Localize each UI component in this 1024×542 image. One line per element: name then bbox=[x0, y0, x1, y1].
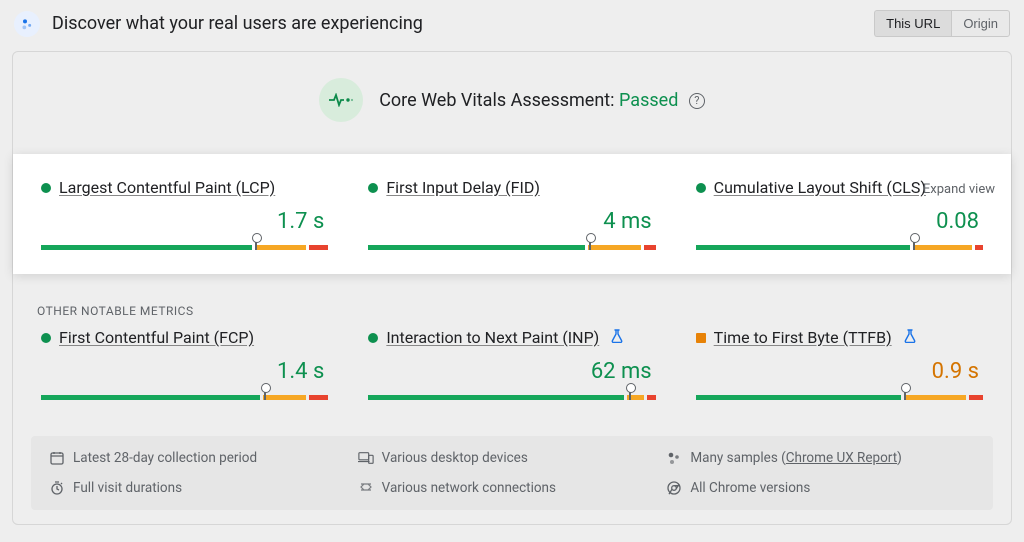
metric-value: 62 ms bbox=[368, 359, 651, 384]
metric-value: 0.9 s bbox=[696, 359, 979, 384]
assessment-row: Core Web Vitals Assessment: Passed ? bbox=[13, 64, 1011, 144]
scope-origin-button[interactable]: Origin bbox=[951, 10, 1010, 37]
assessment-label: Core Web Vitals Assessment: bbox=[379, 90, 614, 111]
footer-network: Various network connections bbox=[358, 480, 667, 496]
footer-devices: Various desktop devices bbox=[358, 450, 667, 466]
crux-report-link[interactable]: Chrome UX Report bbox=[786, 450, 897, 466]
metric-name-link[interactable]: First Contentful Paint (FCP) bbox=[59, 328, 254, 347]
samples-icon bbox=[666, 450, 682, 466]
distribution-bar bbox=[696, 238, 983, 256]
field-data-panel: Core Web Vitals Assessment: Passed ? Exp… bbox=[12, 51, 1012, 525]
pulse-icon bbox=[319, 78, 363, 122]
assessment-status: Passed bbox=[619, 90, 678, 111]
footer-text: Various network connections bbox=[382, 480, 556, 496]
metric-fcp: First Contentful Paint (FCP) 1.4 s bbox=[41, 328, 328, 406]
metric-value: 1.7 s bbox=[41, 209, 324, 234]
field-data-icon bbox=[14, 11, 40, 37]
help-icon[interactable]: ? bbox=[689, 93, 705, 109]
metric-value: 1.4 s bbox=[41, 359, 324, 384]
status-dot-good bbox=[368, 333, 378, 343]
footer-chrome-versions: All Chrome versions bbox=[666, 480, 975, 496]
metric-value: 0.08 bbox=[696, 209, 979, 234]
status-dot-good bbox=[41, 333, 51, 343]
metric-name-link[interactable]: First Input Delay (FID) bbox=[386, 178, 540, 197]
core-web-vitals-section: Largest Contentful Paint (LCP) 1.7 s Fir… bbox=[13, 154, 1011, 274]
chrome-icon bbox=[666, 480, 682, 496]
other-metrics-section: First Contentful Paint (FCP) 1.4 s Inter… bbox=[13, 328, 1011, 428]
distribution-bar bbox=[41, 238, 328, 256]
scope-toggle: This URL Origin bbox=[874, 10, 1010, 37]
status-dot-good bbox=[696, 183, 706, 193]
distribution-bar bbox=[368, 238, 655, 256]
footer-text: Many samples (Chrome UX Report) bbox=[690, 450, 902, 466]
footer-durations: Full visit durations bbox=[49, 480, 358, 496]
status-dot-good bbox=[368, 183, 378, 193]
metric-fid: First Input Delay (FID) 4 ms bbox=[368, 178, 655, 256]
distribution-bar bbox=[41, 388, 328, 406]
footer-collection-period: Latest 28-day collection period bbox=[49, 450, 358, 466]
devices-icon bbox=[358, 450, 374, 466]
dataset-details: Latest 28-day collection period Various … bbox=[31, 436, 993, 510]
other-metrics-heading: OTHER NOTABLE METRICS bbox=[13, 304, 1011, 328]
network-icon bbox=[358, 480, 374, 496]
experimental-icon bbox=[904, 329, 916, 347]
footer-text: All Chrome versions bbox=[690, 480, 810, 496]
assessment-text: Core Web Vitals Assessment: Passed ? bbox=[379, 90, 705, 111]
footer-samples: Many samples (Chrome UX Report) bbox=[666, 450, 975, 466]
page-title: Discover what your real users are experi… bbox=[52, 13, 423, 34]
distribution-bar bbox=[696, 388, 983, 406]
footer-text: Latest 28-day collection period bbox=[73, 450, 257, 466]
status-dot-good bbox=[41, 183, 51, 193]
expand-view-link[interactable]: Expand view bbox=[923, 182, 995, 197]
metric-name-link[interactable]: Cumulative Layout Shift (CLS) bbox=[714, 178, 926, 197]
experimental-icon bbox=[611, 329, 623, 347]
metric-name-link[interactable]: Interaction to Next Paint (INP) bbox=[386, 328, 599, 347]
stopwatch-icon bbox=[49, 480, 65, 496]
metric-inp: Interaction to Next Paint (INP) 62 ms bbox=[368, 328, 655, 406]
metric-ttfb: Time to First Byte (TTFB) 0.9 s bbox=[696, 328, 983, 406]
metric-lcp: Largest Contentful Paint (LCP) 1.7 s bbox=[41, 178, 328, 256]
distribution-bar bbox=[368, 388, 655, 406]
calendar-icon bbox=[49, 450, 65, 466]
footer-text: Full visit durations bbox=[73, 480, 182, 496]
metric-value: 4 ms bbox=[368, 209, 651, 234]
metric-name-link[interactable]: Time to First Byte (TTFB) bbox=[714, 328, 892, 347]
footer-text: Various desktop devices bbox=[382, 450, 528, 466]
metric-name-link[interactable]: Largest Contentful Paint (LCP) bbox=[59, 178, 275, 197]
status-dot-needs-improvement bbox=[696, 333, 706, 343]
scope-this-url-button[interactable]: This URL bbox=[874, 10, 951, 37]
